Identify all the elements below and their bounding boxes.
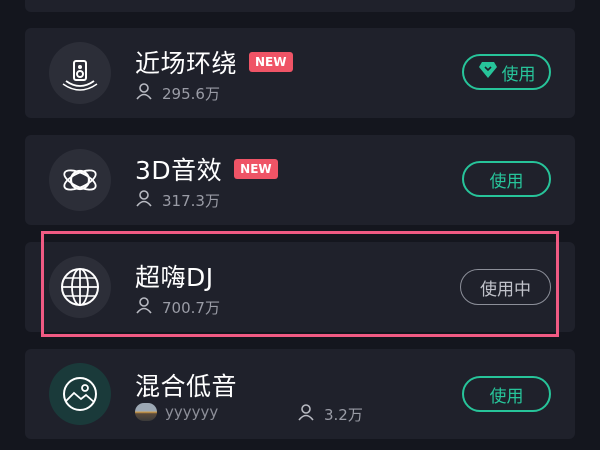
in-use-label: 使用中 (480, 279, 531, 300)
effect-card-surround[interactable]: 近场环绕 NEW 295.6万 使用 (25, 28, 575, 118)
use-button-label: 使用 (501, 64, 536, 85)
effect-title: 混合低音 (135, 372, 238, 401)
landscape-icon (49, 363, 111, 425)
use-button[interactable]: 使用 (462, 161, 551, 197)
usage-count: 317.3万 (162, 191, 220, 210)
new-badge: NEW (234, 159, 278, 179)
use-button[interactable]: 使用 (462, 54, 551, 90)
effect-card-3d[interactable]: 3D音效 NEW 317.3万 使用 (25, 135, 575, 225)
speaker-icon (49, 42, 111, 104)
person-icon (297, 403, 315, 425)
atom-orbit-icon (49, 149, 111, 211)
person-icon (135, 82, 153, 104)
author-name: yyyyyy (165, 403, 219, 421)
effect-card-bass[interactable]: 混合低音 yyyyyy 3.2万 使用 (25, 349, 575, 439)
use-button-label: 使用 (489, 386, 524, 407)
effect-title: 3D音效 (135, 156, 223, 185)
effect-card-dj[interactable]: 超嗨DJ 700.7万 使用中 (25, 242, 575, 332)
person-icon (135, 296, 153, 318)
person-icon (135, 189, 153, 211)
previous-effect-card[interactable] (25, 0, 575, 12)
new-badge: NEW (249, 52, 293, 72)
usage-count: 3.2万 (324, 405, 363, 424)
use-button[interactable]: 使用 (462, 376, 551, 412)
usage-count: 700.7万 (162, 298, 220, 317)
use-button-label: 使用 (489, 171, 524, 192)
globe-icon (49, 256, 111, 318)
author-avatar (135, 403, 157, 421)
diamond-vip-icon (478, 61, 498, 84)
effect-title: 超嗨DJ (135, 263, 214, 292)
effect-title: 近场环绕 (135, 49, 238, 78)
usage-count: 295.6万 (162, 84, 220, 103)
in-use-button[interactable]: 使用中 (460, 269, 551, 305)
